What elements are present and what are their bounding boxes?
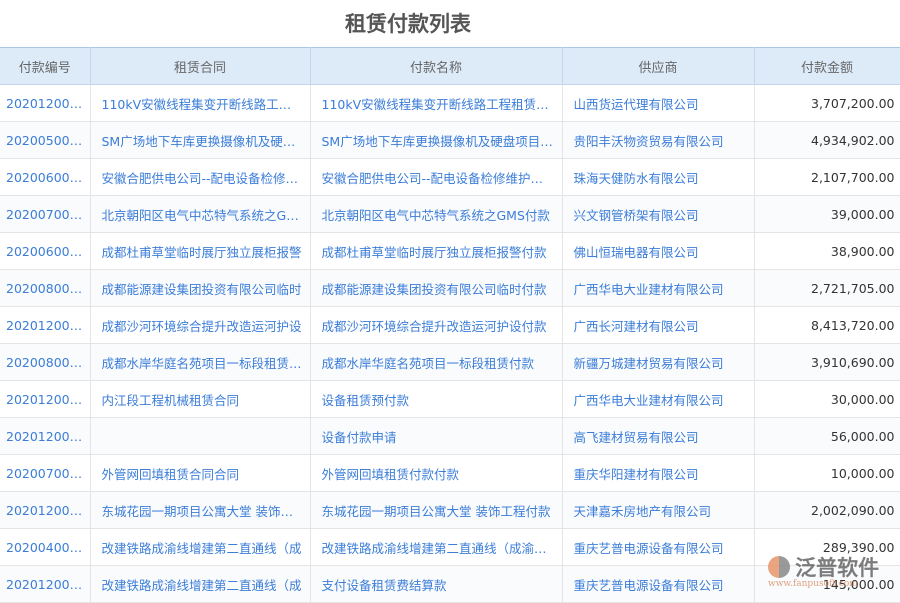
- cell-payment-name[interactable]: 成都杜甫草堂临时展厅独立展柜报警付款: [310, 233, 562, 270]
- table-header-row: 付款编号 租赁合同 付款名称 供应商 付款金额: [0, 48, 900, 85]
- cell-payment-name[interactable]: 外管网回填租赁付款付款: [310, 455, 562, 492]
- cell-payment-id[interactable]: 2020120006: [0, 85, 90, 122]
- table-row[interactable]: 2020080001成都水岸华庭名苑项目一标段租赁合同成都水岸华庭名苑项目一标段…: [0, 344, 900, 381]
- cell-supplier[interactable]: 重庆艺普电源设备有限公司: [562, 566, 754, 603]
- cell-payment-name[interactable]: 成都沙河环境综合提升改造运河护设付款: [310, 307, 562, 344]
- cell-contract[interactable]: 外管网回填租赁合同合同: [90, 455, 310, 492]
- cell-amount: 2,107,700.00: [754, 159, 900, 196]
- cell-payment-id[interactable]: 2020120008: [0, 418, 90, 455]
- rental-payment-table: 付款编号 租赁合同 付款名称 供应商 付款金额 2020120006110kV安…: [0, 47, 900, 603]
- cell-payment-id[interactable]: 2020050005: [0, 122, 90, 159]
- cell-payment-id[interactable]: 2020070004: [0, 196, 90, 233]
- cell-contract[interactable]: [90, 418, 310, 455]
- cell-contract[interactable]: 成都沙河环境综合提升改造运河护设: [90, 307, 310, 344]
- cell-supplier[interactable]: 珠海天健防水有限公司: [562, 159, 754, 196]
- cell-contract[interactable]: 内江段工程机械租赁合同: [90, 381, 310, 418]
- table-row[interactable]: 2020040007改建铁路成渝线增建第二直通线（成改建铁路成渝线增建第二直通线…: [0, 529, 900, 566]
- table-row[interactable]: 2020070001外管网回填租赁合同合同外管网回填租赁付款付款重庆华阳建材有限…: [0, 455, 900, 492]
- cell-payment-name[interactable]: SM广场地下车库更换摄像机及硬盘项目付款: [310, 122, 562, 159]
- cell-contract[interactable]: SM广场地下车库更换摄像机及硬盘项目: [90, 122, 310, 159]
- table-row[interactable]: 2020120010内江段工程机械租赁合同设备租赁预付款广西华电大业建材有限公司…: [0, 381, 900, 418]
- cell-amount: 3,910,690.00: [754, 344, 900, 381]
- cell-supplier[interactable]: 重庆华阳建材有限公司: [562, 455, 754, 492]
- cell-payment-id[interactable]: 2020060003: [0, 159, 90, 196]
- cell-payment-id[interactable]: 2020120012: [0, 492, 90, 529]
- cell-contract[interactable]: 北京朝阳区电气中芯特气系统之GMS: [90, 196, 310, 233]
- cell-contract[interactable]: 改建铁路成渝线增建第二直通线（成: [90, 566, 310, 603]
- table-row[interactable]: 2020080004成都能源建设集团投资有限公司临时成都能源建设集团投资有限公司…: [0, 270, 900, 307]
- table-row[interactable]: 2020060004成都杜甫草堂临时展厅独立展柜报警成都杜甫草堂临时展厅独立展柜…: [0, 233, 900, 270]
- cell-contract[interactable]: 成都水岸华庭名苑项目一标段租赁合同: [90, 344, 310, 381]
- cell-amount: 3,707,200.00: [754, 85, 900, 122]
- cell-payment-name[interactable]: 成都能源建设集团投资有限公司临时付款: [310, 270, 562, 307]
- cell-amount: 4,934,902.00: [754, 122, 900, 159]
- cell-amount: 38,900.00: [754, 233, 900, 270]
- cell-payment-name[interactable]: 设备付款申请: [310, 418, 562, 455]
- column-header-supplier[interactable]: 供应商: [562, 48, 754, 85]
- cell-supplier[interactable]: 重庆艺普电源设备有限公司: [562, 529, 754, 566]
- cell-supplier[interactable]: 广西华电大业建材有限公司: [562, 381, 754, 418]
- cell-supplier[interactable]: 新疆万城建材贸易有限公司: [562, 344, 754, 381]
- cell-amount: 10,000.00: [754, 455, 900, 492]
- cell-amount: 30,000.00: [754, 381, 900, 418]
- cell-contract[interactable]: 110kV安徽线程集变开断线路工程租赁合同: [90, 85, 310, 122]
- table-row[interactable]: 2020070004北京朝阳区电气中芯特气系统之GMS北京朝阳区电气中芯特气系统…: [0, 196, 900, 233]
- cell-amount: 8,413,720.00: [754, 307, 900, 344]
- cell-contract[interactable]: 成都杜甫草堂临时展厅独立展柜报警: [90, 233, 310, 270]
- page-title: 租赁付款列表: [0, 8, 816, 38]
- cell-amount: 2,002,090.00: [754, 492, 900, 529]
- cell-supplier[interactable]: 佛山恒瑞电器有限公司: [562, 233, 754, 270]
- cell-supplier[interactable]: 天津嘉禾房地产有限公司: [562, 492, 754, 529]
- cell-payment-id[interactable]: 2020060004: [0, 233, 90, 270]
- cell-payment-name[interactable]: 改建铁路成渝线增建第二直通线（成渝段）: [310, 529, 562, 566]
- cell-amount: 145,000.00: [754, 566, 900, 603]
- cell-contract[interactable]: 东城花园一期项目公寓大堂 装饰工程: [90, 492, 310, 529]
- cell-payment-id[interactable]: 2020040007: [0, 529, 90, 566]
- column-header-payment-name[interactable]: 付款名称: [310, 48, 562, 85]
- table-row[interactable]: 2020050005SM广场地下车库更换摄像机及硬盘项目SM广场地下车库更换摄像…: [0, 122, 900, 159]
- table-row[interactable]: 2020060003安徽合肥供电公司--配电设备检修维护安徽合肥供电公司--配电…: [0, 159, 900, 196]
- cell-amount: 56,000.00: [754, 418, 900, 455]
- cell-supplier[interactable]: 兴文钢管桥架有限公司: [562, 196, 754, 233]
- cell-payment-name[interactable]: 安徽合肥供电公司--配电设备检修维护付款: [310, 159, 562, 196]
- cell-payment-id[interactable]: 2020120010: [0, 381, 90, 418]
- cell-payment-name[interactable]: 设备租赁预付款: [310, 381, 562, 418]
- cell-payment-id[interactable]: 2020120004: [0, 307, 90, 344]
- cell-payment-name[interactable]: 东城花园一期项目公寓大堂 装饰工程付款: [310, 492, 562, 529]
- table-row[interactable]: 2020120006110kV安徽线程集变开断线路工程租赁合同110kV安徽线程…: [0, 85, 900, 122]
- cell-payment-id[interactable]: 2020080001: [0, 344, 90, 381]
- table-row[interactable]: 2020120012东城花园一期项目公寓大堂 装饰工程东城花园一期项目公寓大堂 …: [0, 492, 900, 529]
- column-header-payment-id[interactable]: 付款编号: [0, 48, 90, 85]
- column-header-contract[interactable]: 租赁合同: [90, 48, 310, 85]
- cell-payment-id[interactable]: 2020120011: [0, 566, 90, 603]
- cell-supplier[interactable]: 山西货运代理有限公司: [562, 85, 754, 122]
- cell-contract[interactable]: 成都能源建设集团投资有限公司临时: [90, 270, 310, 307]
- cell-contract[interactable]: 安徽合肥供电公司--配电设备检修维护: [90, 159, 310, 196]
- cell-contract[interactable]: 改建铁路成渝线增建第二直通线（成: [90, 529, 310, 566]
- cell-amount: 39,000.00: [754, 196, 900, 233]
- cell-supplier[interactable]: 高飞建材贸易有限公司: [562, 418, 754, 455]
- cell-amount: 2,721,705.00: [754, 270, 900, 307]
- cell-payment-name[interactable]: 北京朝阳区电气中芯特气系统之GMS付款: [310, 196, 562, 233]
- table-row[interactable]: 2020120011改建铁路成渝线增建第二直通线（成支付设备租赁费结算款重庆艺普…: [0, 566, 900, 603]
- cell-payment-name[interactable]: 支付设备租赁费结算款: [310, 566, 562, 603]
- cell-supplier[interactable]: 广西华电大业建材有限公司: [562, 270, 754, 307]
- cell-supplier[interactable]: 贵阳丰沃物资贸易有限公司: [562, 122, 754, 159]
- cell-amount: 289,390.00: [754, 529, 900, 566]
- table-row[interactable]: 2020120008 设备付款申请高飞建材贸易有限公司56,000.00: [0, 418, 900, 455]
- cell-payment-id[interactable]: 2020070001: [0, 455, 90, 492]
- table-row[interactable]: 2020120004成都沙河环境综合提升改造运河护设成都沙河环境综合提升改造运河…: [0, 307, 900, 344]
- cell-payment-id[interactable]: 2020080004: [0, 270, 90, 307]
- column-header-amount[interactable]: 付款金额: [754, 48, 900, 85]
- cell-payment-name[interactable]: 成都水岸华庭名苑项目一标段租赁付款: [310, 344, 562, 381]
- cell-supplier[interactable]: 广西长河建材有限公司: [562, 307, 754, 344]
- cell-payment-name[interactable]: 110kV安徽线程集变开断线路工程租赁付款: [310, 85, 562, 122]
